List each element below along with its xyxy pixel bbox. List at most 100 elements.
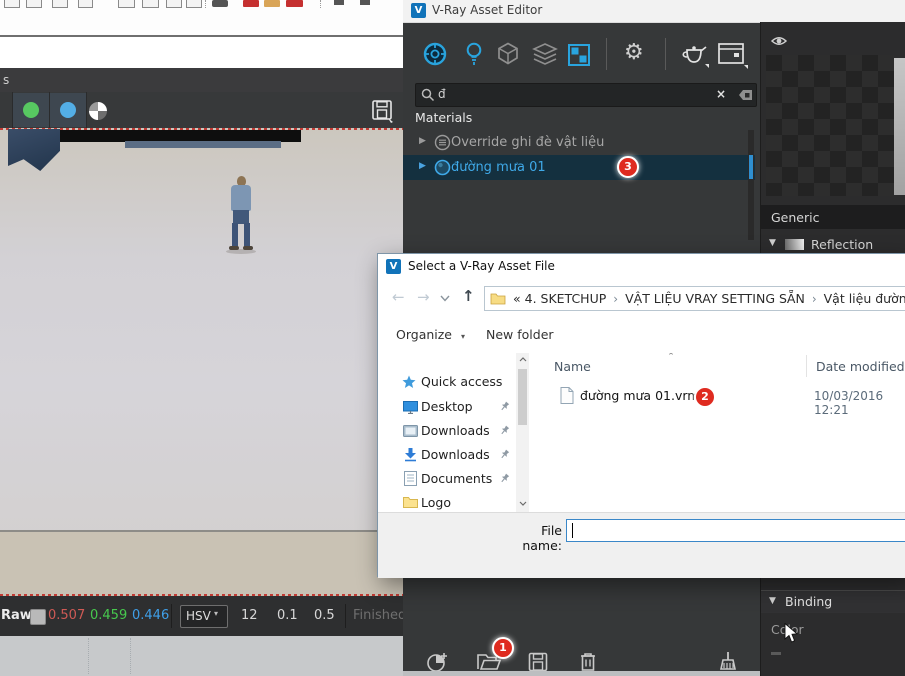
sidebar-item-downloads-1[interactable]: Downloads [378,419,516,443]
green-dot-icon [23,102,39,118]
sketchup-toolbar-icon[interactable] [78,0,93,8]
grid-icon[interactable] [142,0,159,8]
sidebar-scrollbar[interactable] [516,353,529,512]
add-asset-button[interactable] [426,651,450,673]
organize-menu[interactable]: Organize ▾ [396,327,465,342]
vray-logo-icon: V [411,3,426,18]
breadcrumb-folder-current[interactable]: Vật liệu đường mưa 01 [824,291,905,306]
material-search-field[interactable]: đ × [415,83,757,107]
settings-icon[interactable]: ⚙ [624,40,644,65]
value-green: 0.459 [90,608,127,624]
scroll-up-icon[interactable] [519,357,527,362]
column-header-name[interactable]: Name [554,359,591,374]
backspace-icon[interactable] [738,89,754,101]
toolbar-separator [665,38,666,70]
file-name-label: File name: [500,523,562,553]
render-status: Finished [353,608,406,624]
annotation-step-2: 2 [694,386,716,408]
materials-scrollbar[interactable] [748,130,754,240]
collapse-arrow-icon[interactable]: ▼ [769,596,776,606]
sidebar-item-desktop[interactable]: Desktop [378,395,516,419]
lights-tab-icon[interactable] [461,40,487,68]
grid-icon[interactable] [118,0,135,8]
materials-scrollbar-thumb[interactable] [749,155,753,179]
faint-line [88,638,90,674]
plugin-icon-tan[interactable] [264,0,280,7]
render-teapot-icon[interactable] [679,40,709,68]
eraser-icon[interactable] [360,0,370,5]
frame-buffer-icon[interactable] [716,41,748,69]
desktop-icon [403,401,418,414]
scroll-down-icon[interactable] [519,501,527,506]
separator [345,604,346,628]
plugin-icon[interactable] [212,0,228,7]
search-icon [421,88,435,102]
recent-locations-chevron-icon[interactable] [440,295,450,302]
materials-tab-icon[interactable] [422,41,448,67]
sidebar-item-logo[interactable]: Logo [378,491,516,512]
file-row[interactable]: đường mưa 01.vrmat 10/03/2016 12:21 [528,385,905,409]
vfb-titlebar[interactable]: s [0,68,405,92]
pencil-icon[interactable] [334,0,344,5]
pin-icon[interactable] [500,425,510,436]
column-header-date-modified[interactable]: Date modified [816,359,905,374]
clear-search-icon[interactable]: × [716,87,726,101]
forward-arrow-icon[interactable]: → [417,288,430,306]
color-mode-value: HSV [186,609,211,623]
dialog-titlebar[interactable]: V Select a V-Ray Asset File [378,254,905,280]
plugin-icon-red[interactable] [286,0,303,7]
blue-channel-button[interactable] [50,93,86,127]
sidebar-item-downloads-2[interactable]: Downloads [378,443,516,467]
new-folder-button[interactable]: New folder [486,327,554,342]
expand-arrow-icon[interactable]: ▶ [419,161,426,171]
binding-section-header[interactable]: ▼ Binding [761,590,905,613]
pin-icon[interactable] [500,401,510,412]
person-shirt [231,185,251,211]
vray-frame-buffer-window: s [0,68,405,676]
folder-icon [403,496,418,508]
dialog-nav-bar: ← → ↑ « 4. SKETCHUP › VẬT LIỆU VRAY SETT… [378,280,905,318]
material-row-override[interactable]: ▶ Override ghi đè vật liệu [403,130,755,155]
back-arrow-icon[interactable]: ← [392,288,405,306]
alpha-checker-button[interactable] [89,102,107,120]
select-vray-asset-dialog: V Select a V-Ray Asset File ← → ↑ « 4. S… [377,253,905,577]
breadcrumb[interactable]: « 4. SKETCHUP › VẬT LIỆU VRAY SETTING SẴ… [484,286,905,311]
sidebar-item-quick-access[interactable]: Quick access [378,370,516,394]
sketchup-toolbar-icon[interactable] [52,0,68,8]
search-input-value: đ [438,87,446,101]
section-icon[interactable] [186,0,202,8]
asset-editor-titlebar[interactable]: V V-Ray Asset Editor [403,0,905,23]
textures-tab-icon[interactable] [566,42,592,68]
layers-tab-icon[interactable] [531,42,559,68]
scrollbar-thumb[interactable] [518,369,527,425]
breadcrumb-root[interactable]: « 4. SKETCHUP [513,291,606,306]
sketchup-toolbar-icon[interactable] [26,0,42,8]
plugin-icon-red[interactable] [243,0,259,7]
save-asset-button[interactable] [527,651,549,673]
generic-section-header[interactable]: Generic [761,205,905,229]
delete-asset-button[interactable] [577,651,599,673]
material-row-selected[interactable]: ▶ đường mưa 01 [403,155,755,180]
expand-arrow-icon[interactable]: ▶ [419,136,426,146]
preview-eye-icon[interactable] [770,34,788,48]
sketchup-toolbar-icon[interactable] [4,0,20,8]
pin-icon[interactable] [500,449,510,460]
file-name-input[interactable] [566,519,905,542]
breadcrumb-folder[interactable]: VẬT LIỆU VRAY SETTING SẴN [625,291,805,306]
folder-icon [490,292,506,305]
person-shadow [226,249,256,254]
column-divider[interactable] [806,355,807,377]
geometry-tab-icon[interactable] [495,41,521,67]
up-arrow-icon[interactable]: ↑ [462,287,475,305]
text-caret [572,523,573,538]
override-material-icon [434,134,451,151]
person-leg [244,223,250,247]
save-image-button[interactable] [370,98,396,124]
pin-icon[interactable] [500,473,510,484]
color-mode-dropdown[interactable]: HSV ▾ [180,605,228,628]
section-icon[interactable] [166,0,182,8]
color-swatch[interactable] [30,609,46,625]
green-channel-button[interactable] [13,93,49,127]
collapse-arrow-icon[interactable]: ▼ [769,238,776,248]
sidebar-item-documents[interactable]: Documents [378,467,516,491]
